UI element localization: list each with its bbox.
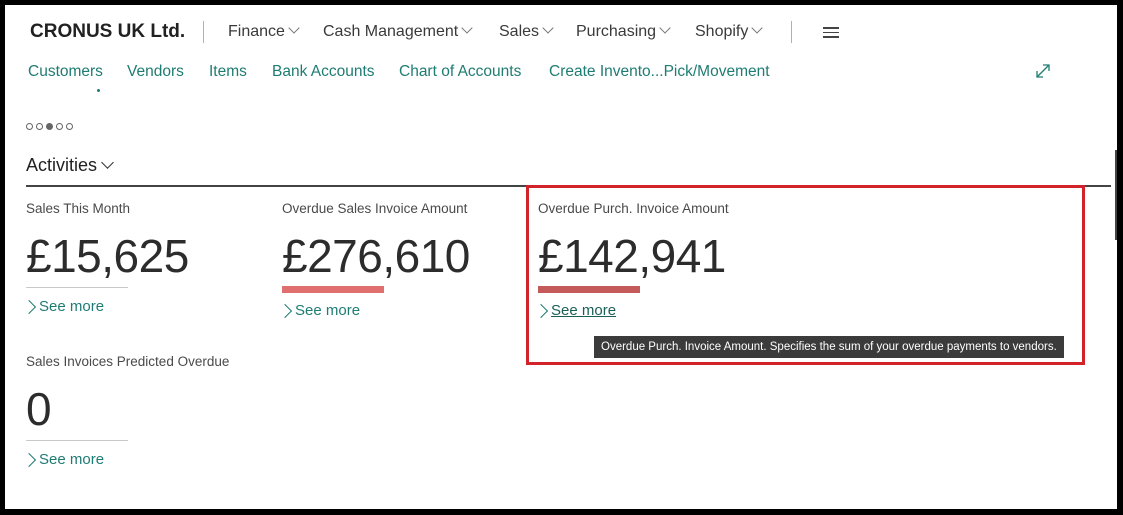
chevron-down-icon	[101, 156, 114, 169]
tile-label: Sales This Month	[26, 201, 131, 216]
activities-title: Activities	[26, 155, 98, 175]
menu-label: Shopify	[695, 23, 749, 40]
hamburger-menu-icon[interactable]	[823, 27, 839, 41]
chevron-down-icon	[288, 22, 300, 34]
scroll-indicator-mark	[97, 89, 100, 92]
action-bank-accounts[interactable]: Bank Accounts	[272, 63, 375, 81]
chevron-right-icon	[21, 299, 37, 314]
action-items[interactable]: Items	[209, 63, 247, 81]
carousel-dot[interactable]	[56, 123, 63, 130]
tooltip: Overdue Purch. Invoice Amount. Specifies…	[594, 336, 1064, 358]
menu-label: Sales	[499, 23, 540, 40]
menu-cash-management[interactable]: Cash Management	[323, 22, 473, 41]
chevron-right-icon	[277, 303, 293, 318]
company-name[interactable]: CRONUS UK Ltd.	[30, 21, 185, 43]
tile-label: Sales Invoices Predicted Overdue	[26, 354, 230, 369]
see-more-link[interactable]: See more	[21, 451, 256, 468]
see-more-label: See more	[39, 298, 105, 315]
menu-sales[interactable]: Sales	[499, 22, 554, 41]
see-more-link[interactable]: See more	[21, 298, 256, 315]
action-customers[interactable]: Customers	[28, 63, 103, 81]
scrollbar[interactable]	[1115, 150, 1117, 240]
tile-divider	[26, 287, 128, 288]
menu-shopify[interactable]: Shopify	[695, 22, 764, 41]
tile-sales-this-month: Sales This Month £15,625 See more	[21, 201, 256, 315]
action-vendors[interactable]: Vendors	[127, 63, 184, 81]
chevron-down-icon	[542, 22, 554, 34]
tile-value[interactable]: 0	[26, 384, 256, 434]
chevron-right-icon	[21, 452, 37, 467]
nav-divider	[791, 21, 792, 43]
tile-divider	[26, 440, 128, 441]
carousel-dot[interactable]	[66, 123, 73, 130]
menu-label: Cash Management	[323, 23, 459, 40]
tile-value[interactable]: £15,625	[26, 231, 256, 281]
carousel-dot[interactable]	[36, 123, 43, 130]
app-window: CRONUS UK Ltd. Finance Cash Management S…	[5, 5, 1117, 509]
expand-icon[interactable]	[1035, 63, 1051, 79]
see-more-label: See more	[295, 302, 361, 319]
menu-label: Purchasing	[576, 23, 657, 40]
menu-label: Finance	[228, 23, 285, 40]
tile-overdue-sales-invoice: Overdue Sales Invoice Amount £276,610 Se…	[277, 201, 512, 319]
carousel-dot[interactable]	[26, 123, 33, 130]
menu-finance[interactable]: Finance	[228, 22, 300, 41]
chevron-down-icon	[751, 22, 764, 34]
see-more-label: See more	[39, 451, 105, 468]
tile-value[interactable]: £276,610	[282, 231, 512, 281]
menu-purchasing[interactable]: Purchasing	[576, 22, 671, 41]
carousel-pager	[26, 117, 76, 135]
activities-header[interactable]: Activities	[26, 155, 114, 176]
chevron-down-icon	[659, 22, 671, 34]
tile-sales-invoices-predicted-overdue: Sales Invoices Predicted Overdue 0 See m…	[21, 354, 256, 468]
action-create-inventory-pick[interactable]: Create Invento...Pick/Movement	[549, 63, 770, 81]
tile-status-bar	[282, 286, 384, 293]
carousel-dot-active[interactable]	[46, 123, 53, 130]
tile-label: Overdue Sales Invoice Amount	[282, 201, 468, 216]
chevron-down-icon	[461, 22, 473, 34]
nav-divider	[203, 21, 204, 43]
top-navigation: CRONUS UK Ltd. Finance Cash Management S…	[5, 5, 1117, 57]
action-chart-of-accounts[interactable]: Chart of Accounts	[399, 63, 521, 81]
see-more-link[interactable]: See more	[277, 302, 512, 319]
